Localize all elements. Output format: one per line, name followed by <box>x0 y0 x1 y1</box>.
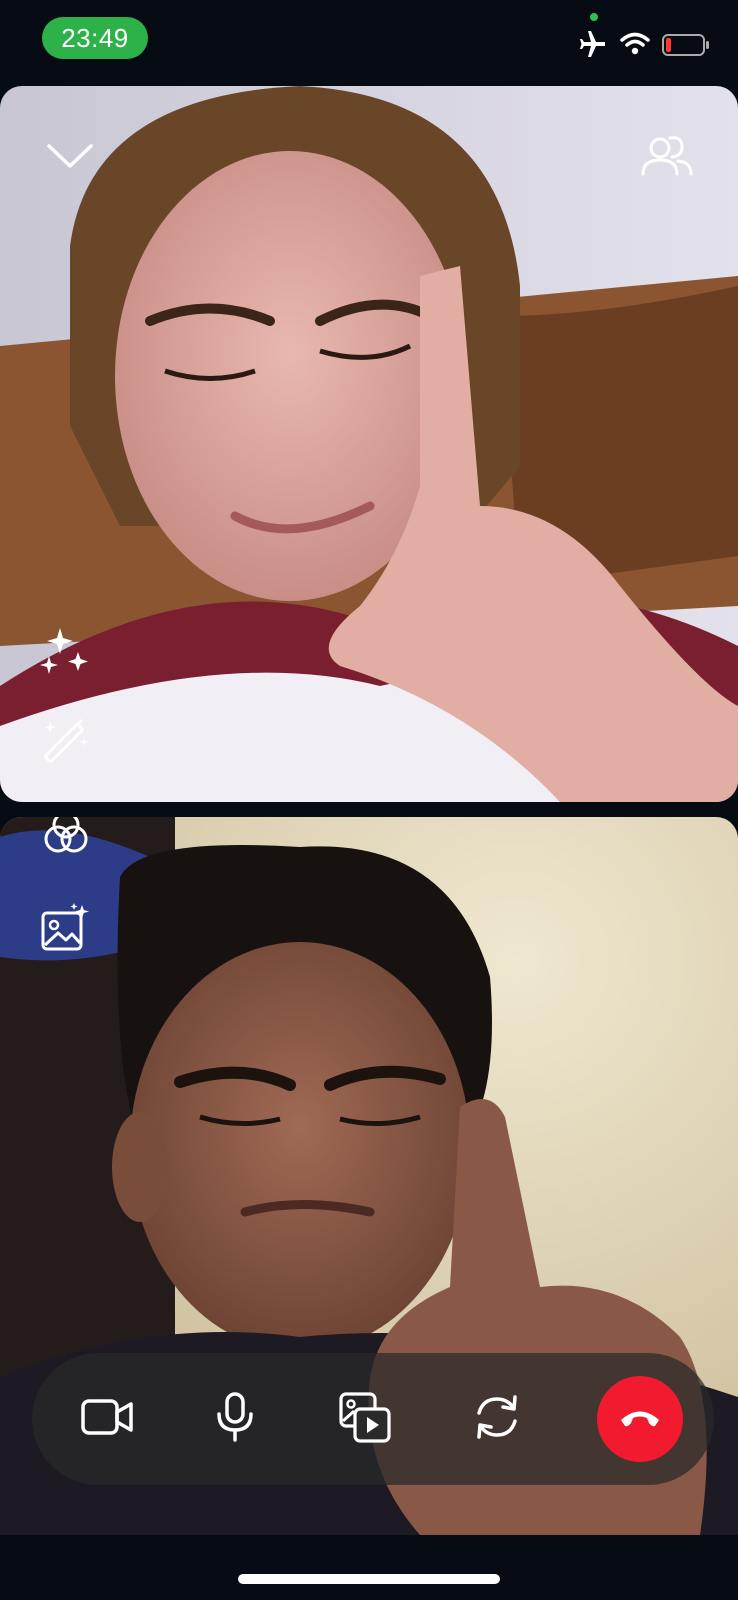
magic-wand-icon[interactable] <box>42 716 90 764</box>
battery-low-icon <box>662 34 710 61</box>
microphone-icon <box>215 1391 255 1447</box>
sparkles-effects-icon[interactable] <box>40 626 92 678</box>
camera-icon <box>81 1397 133 1442</box>
background-image-icon[interactable] <box>40 903 92 955</box>
wifi-icon <box>620 32 650 61</box>
end-call-button[interactable] <box>597 1376 683 1462</box>
filters-icon[interactable] <box>42 817 90 857</box>
airplane-mode-icon <box>578 30 608 63</box>
call-control-bar <box>32 1353 714 1485</box>
flip-camera-button[interactable] <box>462 1384 532 1454</box>
remote-video-tile[interactable] <box>0 86 738 802</box>
flip-camera-icon <box>471 1391 523 1448</box>
share-media-button[interactable] <box>330 1384 400 1454</box>
end-call-icon <box>618 1405 662 1434</box>
participants-icon[interactable] <box>640 132 694 180</box>
share-media-icon <box>338 1391 392 1448</box>
privacy-indicator-dot <box>590 13 598 21</box>
status-bar: 23:49 <box>0 0 738 80</box>
microphone-toggle-button[interactable] <box>200 1384 270 1454</box>
home-indicator[interactable] <box>238 1574 500 1584</box>
status-time: 23:49 <box>42 17 148 59</box>
camera-toggle-button[interactable] <box>72 1384 142 1454</box>
remote-video-feed <box>0 86 738 802</box>
collapse-chevron-icon[interactable] <box>46 138 94 172</box>
